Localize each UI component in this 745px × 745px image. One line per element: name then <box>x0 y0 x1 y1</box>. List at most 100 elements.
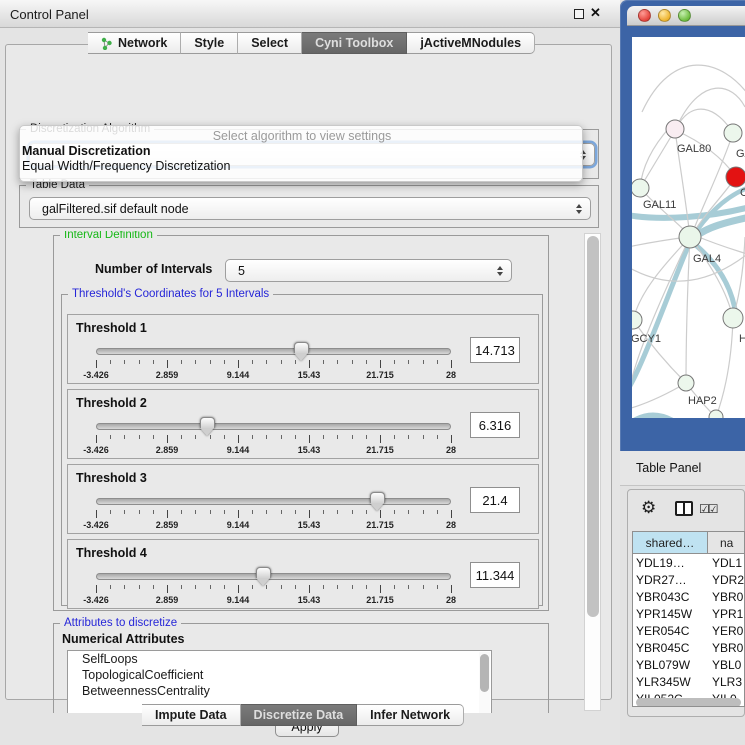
top-tab-label: Style <box>194 36 224 50</box>
slider-ticks <box>96 360 451 369</box>
stepper-arrows-icon <box>497 266 503 276</box>
settings-viewport: Interval Definition Number of Intervals … <box>19 231 579 713</box>
top-tab[interactable]: Cyni Toolbox <box>302 32 407 54</box>
algorithm-option[interactable]: Equal Width/Frequency Discretization <box>20 159 582 174</box>
network-node-label: GAL4 <box>693 253 721 265</box>
table-data-combobox[interactable]: galFiltered.sif default node <box>29 197 591 220</box>
top-tab-label: Select <box>251 36 288 50</box>
top-tab-bar: Network Style Select <box>88 32 535 54</box>
network-node[interactable] <box>666 120 684 138</box>
mac-close-light-icon[interactable] <box>638 9 651 22</box>
top-tab-label: Cyni Toolbox <box>315 36 393 50</box>
top-tab[interactable]: jActiveMNodules <box>407 32 535 54</box>
node-attribute-table[interactable]: shared… na YDL19… YDL1 YDR27… YDR2 YBR04… <box>632 531 745 707</box>
threshold-panel: Threshold 2 -3.4262.8599.14415.4321.7152… <box>67 389 539 459</box>
network-graph: GAL80GACGAL11GAL4GCY1HHAP2 <box>632 37 745 418</box>
threshold-label: Threshold 4 <box>76 546 147 560</box>
mac-zoom-light-icon[interactable] <box>678 9 691 22</box>
threshold-slider[interactable] <box>96 348 451 355</box>
slider-ticks <box>96 510 451 519</box>
top-tab[interactable]: Network <box>88 32 181 54</box>
table-row[interactable]: YBL079W YBL0 <box>633 657 744 674</box>
table-row[interactable]: YBR043C YBR0 <box>633 588 744 605</box>
table-row[interactable]: YLR345W YLR3 <box>633 674 744 691</box>
num-intervals-value: 5 <box>238 264 245 278</box>
network-node-label: GAL11 <box>643 199 676 211</box>
bottom-tab-label: Discretize Data <box>254 708 344 722</box>
table-row[interactable]: YDL19… YDL1 <box>633 554 744 571</box>
table-panel-title: Table Panel <box>636 461 701 475</box>
top-tab[interactable]: Select <box>238 32 302 54</box>
group-title: Interval Definition <box>60 231 157 242</box>
bottom-tab[interactable]: Discretize Data <box>241 704 358 726</box>
slider-scale-labels: -3.4262.8599.14415.4321.71528 <box>96 520 451 530</box>
bottom-tab[interactable]: Impute Data <box>142 704 241 726</box>
slider-thumb[interactable] <box>200 417 215 436</box>
network-node[interactable] <box>678 375 694 391</box>
algorithm-popup-list: Manual Discretization Equal Width/Freque… <box>20 144 582 174</box>
threshold-value-field[interactable]: 11.344 <box>470 562 520 588</box>
threshold-panel: Threshold 1 -3.4262.8599.14415.4321.7152… <box>67 314 539 384</box>
attribute-item[interactable]: SelfLoops <box>68 651 491 667</box>
checkbox-columns-icon[interactable]: ☑☑ <box>699 502 717 516</box>
slider-thumb[interactable] <box>370 492 385 511</box>
threshold-slider[interactable] <box>96 423 451 430</box>
float-window-icon[interactable] <box>574 9 584 19</box>
threshold-panel: Threshold 3 -3.4262.8599.14415.4321.7152… <box>67 464 539 534</box>
top-tab[interactable]: Style <box>181 32 238 54</box>
threshold-label: Threshold 2 <box>76 396 147 410</box>
network-node[interactable] <box>632 311 642 329</box>
column-header-shared[interactable]: shared… <box>633 532 708 553</box>
column-header-name[interactable]: na <box>708 532 744 553</box>
network-node[interactable] <box>726 167 745 187</box>
network-canvas[interactable]: GAL80GACGAL11GAL4GCY1HHAP2 <box>632 37 745 418</box>
network-node[interactable] <box>679 226 701 248</box>
network-node-label: GAL80 <box>677 143 711 155</box>
network-node-label: C <box>740 187 745 199</box>
split-columns-icon[interactable] <box>675 501 693 516</box>
panel-scrollbar[interactable] <box>584 233 601 711</box>
group-title: Attributes to discretize <box>60 617 181 630</box>
table-hscrollbar[interactable] <box>636 698 741 707</box>
slider-ticks <box>96 585 451 594</box>
num-intervals-combobox[interactable]: 5 <box>225 259 512 282</box>
slider-scale-labels: -3.4262.8599.14415.4321.71528 <box>96 445 451 455</box>
close-icon[interactable]: ✕ <box>590 5 601 21</box>
threshold-value-field[interactable]: 14.713 <box>470 337 520 363</box>
slider-scale-labels: -3.4262.8599.14415.4321.71528 <box>96 370 451 380</box>
gear-icon[interactable]: ⚙ <box>641 499 656 516</box>
network-node[interactable] <box>724 124 742 142</box>
slider-thumb[interactable] <box>256 567 271 586</box>
attribute-item[interactable]: BetweennessCentrality <box>68 683 491 699</box>
list-scrollbar[interactable] <box>479 652 490 713</box>
network-node-label: HAP2 <box>688 395 717 407</box>
attributes-group: Attributes to discretize Numerical Attri… <box>53 623 549 713</box>
table-row[interactable]: YBR045C YBR0 <box>633 639 744 656</box>
threshold-slider[interactable] <box>96 573 451 580</box>
bottom-tab-label: Impute Data <box>155 708 227 722</box>
control-panel-window: Control Panel ✕ Network <box>0 0 620 745</box>
network-icon <box>101 37 113 50</box>
table-body: YDL19… YDL1 YDR27… YDR2 YBR043C YBR0 YPR… <box>633 554 744 707</box>
panel-title: Control Panel <box>10 7 89 22</box>
network-node[interactable] <box>632 179 649 197</box>
threshold-slider[interactable] <box>96 498 451 505</box>
num-intervals-label: Number of Intervals <box>95 262 212 276</box>
table-row[interactable]: YDR27… YDR2 <box>633 571 744 588</box>
bottom-tab[interactable]: Infer Network <box>357 704 464 726</box>
interval-definition-group: Interval Definition Number of Intervals … <box>53 235 549 611</box>
attribute-item[interactable]: TopologicalCoefficient <box>68 667 491 683</box>
mac-minimize-light-icon[interactable] <box>658 9 671 22</box>
cyni-toolbox-panel: Discretization Algorithm Select algorith… <box>5 44 612 700</box>
threshold-value-field[interactable]: 6.316 <box>470 412 520 438</box>
table-row[interactable]: YER054C YER0 <box>633 622 744 639</box>
algorithm-option[interactable]: Manual Discretization <box>20 144 582 159</box>
slider-thumb[interactable] <box>294 342 309 361</box>
table-row[interactable]: YPR145W YPR1 <box>633 605 744 622</box>
control-panel-titlebar: Control Panel ✕ <box>0 0 620 28</box>
threshold-value-field[interactable]: 21.4 <box>470 487 520 513</box>
numerical-attributes-label: Numerical Attributes <box>62 632 184 646</box>
group-title: Threshold's Coordinates for 5 Intervals <box>68 288 273 301</box>
network-node[interactable] <box>723 308 743 328</box>
network-node[interactable] <box>709 410 723 418</box>
